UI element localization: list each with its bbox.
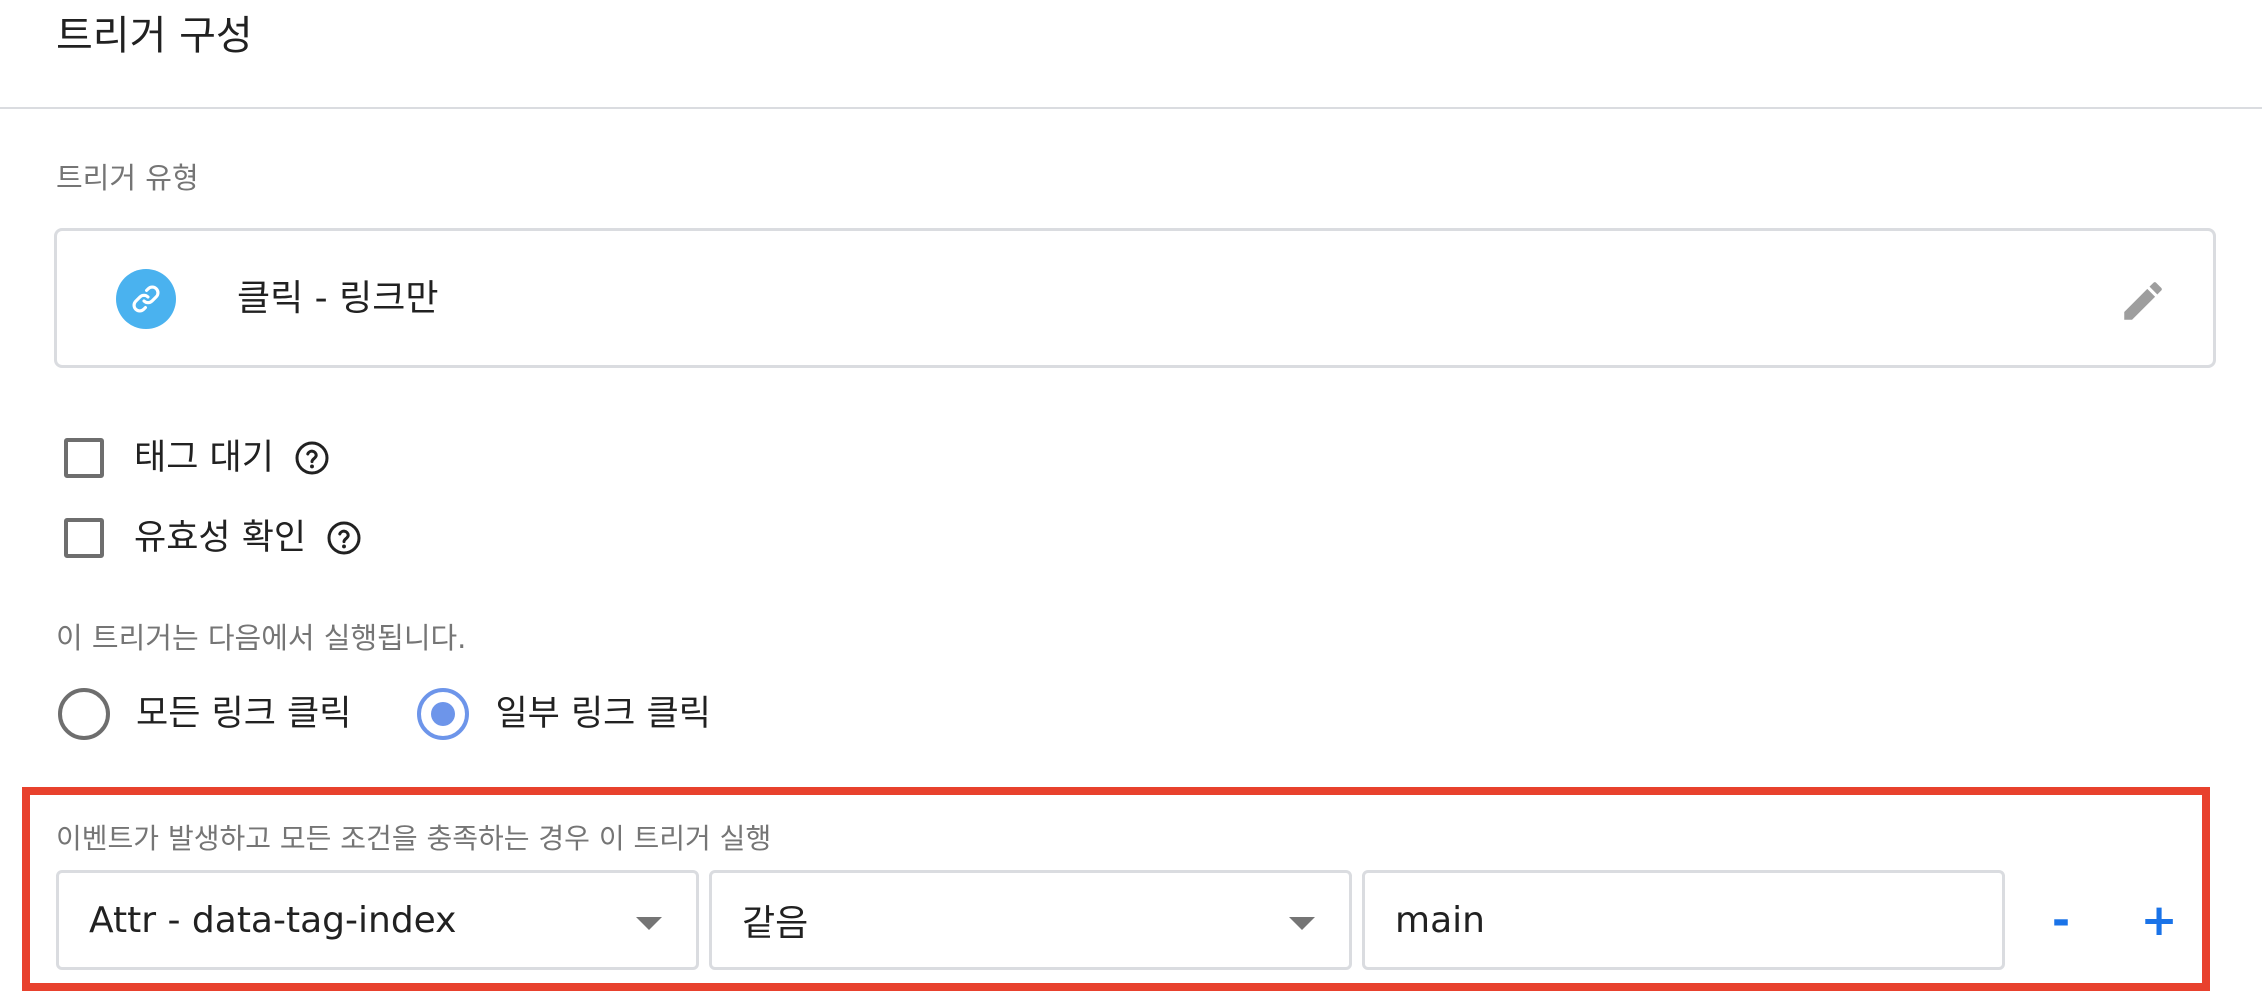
check-validation-row: 유효성 확인	[64, 508, 364, 568]
edit-trigger-type-button[interactable]	[2113, 271, 2173, 331]
check-validation-label: 유효성 확인	[134, 518, 307, 558]
fires-on-radio-group: 모든 링크 클릭 일부 링크 클릭	[58, 688, 711, 740]
some-link-clicks-option[interactable]: 일부 링크 클릭	[417, 688, 711, 740]
condition-value-input[interactable]: main	[1362, 870, 2005, 970]
remove-condition-button[interactable]: -	[2031, 892, 2091, 948]
help-icon[interactable]	[292, 438, 332, 478]
header-divider	[0, 107, 2262, 109]
link-icon	[116, 269, 176, 329]
some-link-clicks-label: 일부 링크 클릭	[495, 694, 711, 734]
all-link-clicks-label: 모든 링크 클릭	[136, 694, 352, 734]
fires-on-label: 이 트리거는 다음에서 실행됩니다.	[56, 621, 467, 655]
page-title: 트리거 구성	[56, 13, 253, 59]
condition-operator-select[interactable]: 같음	[709, 870, 1352, 970]
all-link-clicks-radio[interactable]	[58, 688, 110, 740]
wait-for-tags-checkbox[interactable]	[64, 438, 104, 478]
condition-operator-value: 같음	[742, 903, 809, 944]
check-validation-checkbox[interactable]	[64, 518, 104, 558]
dropdown-arrow-icon	[636, 917, 662, 930]
trigger-type-card[interactable]: 클릭 - 링크만	[54, 228, 2216, 368]
pencil-icon	[2124, 282, 2162, 320]
help-icon[interactable]	[324, 518, 364, 558]
add-condition-button[interactable]: +	[2129, 892, 2189, 948]
wait-for-tags-row: 태그 대기	[64, 428, 332, 488]
dropdown-arrow-icon	[1289, 917, 1315, 930]
condition-label: 이벤트가 발생하고 모든 조건을 충족하는 경우 이 트리거 실행	[56, 822, 772, 855]
trigger-type-label: 트리거 유형	[56, 161, 199, 195]
wait-for-tags-label: 태그 대기	[134, 438, 274, 478]
condition-variable-select[interactable]: Attr - data-tag-index	[56, 870, 699, 970]
trigger-type-name: 클릭 - 링크만	[237, 278, 439, 319]
condition-variable-value: Attr - data-tag-index	[89, 899, 457, 941]
condition-value-text: main	[1395, 899, 1485, 941]
some-link-clicks-radio[interactable]	[417, 688, 470, 740]
all-link-clicks-option[interactable]: 모든 링크 클릭	[58, 688, 351, 740]
